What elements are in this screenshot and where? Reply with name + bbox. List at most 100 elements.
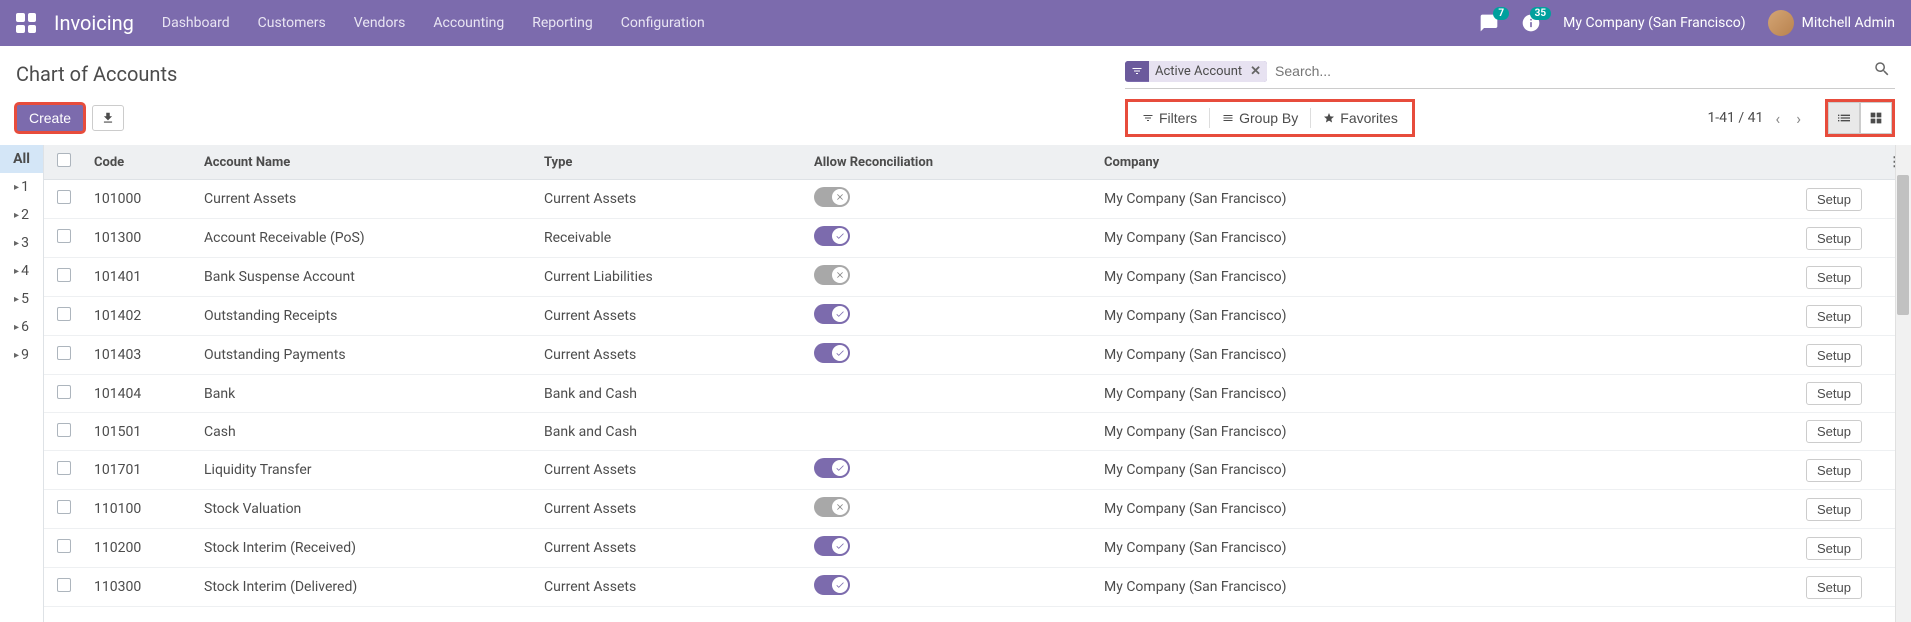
cell-name: Account Receivable (PoS) <box>194 219 534 258</box>
reconciliation-toggle[interactable] <box>814 265 850 285</box>
cell-name: Bank Suspense Account <box>194 258 534 297</box>
cell-type: Bank and Cash <box>534 375 804 413</box>
table-row[interactable]: 101501CashBank and CashMy Company (San F… <box>44 413 1911 451</box>
setup-button[interactable]: Setup <box>1806 537 1862 560</box>
row-checkbox[interactable] <box>57 229 71 243</box>
nav-customers[interactable]: Customers <box>258 15 326 31</box>
cell-code: 110200 <box>84 529 194 568</box>
table-row[interactable]: 110300Stock Interim (Delivered)Current A… <box>44 568 1911 607</box>
side-tab-3[interactable]: ▸3 <box>0 229 43 257</box>
table-row[interactable]: 101701Liquidity TransferCurrent AssetsMy… <box>44 451 1911 490</box>
table-row[interactable]: 110100Stock ValuationCurrent AssetsMy Co… <box>44 490 1911 529</box>
nav-vendors[interactable]: Vendors <box>354 15 406 31</box>
row-checkbox[interactable] <box>57 461 71 475</box>
table-row[interactable]: 101300Account Receivable (PoS)Receivable… <box>44 219 1911 258</box>
row-checkbox[interactable] <box>57 268 71 282</box>
pager-prev[interactable]: ‹ <box>1771 105 1784 132</box>
cell-type: Current Assets <box>534 529 804 568</box>
side-tab-all[interactable]: All <box>0 145 43 173</box>
side-tab-1[interactable]: ▸1 <box>0 173 43 201</box>
table-row[interactable]: 110200Stock Interim (Received)Current As… <box>44 529 1911 568</box>
reconciliation-toggle[interactable] <box>814 343 850 363</box>
reconciliation-toggle[interactable] <box>814 187 850 207</box>
nav-dashboard[interactable]: Dashboard <box>162 15 230 31</box>
cell-name: Stock Interim (Delivered) <box>194 568 534 607</box>
filters-button[interactable]: Filters <box>1130 104 1209 132</box>
user-menu[interactable]: Mitchell Admin <box>1768 10 1895 36</box>
table-row[interactable]: 101403Outstanding PaymentsCurrent Assets… <box>44 336 1911 375</box>
cell-code: 101300 <box>84 219 194 258</box>
cell-company: My Company (San Francisco) <box>1094 258 1652 297</box>
row-checkbox[interactable] <box>57 190 71 204</box>
th-name[interactable]: Account Name <box>194 145 534 180</box>
reconciliation-toggle[interactable] <box>814 536 850 556</box>
apps-icon[interactable] <box>16 13 36 33</box>
reconciliation-toggle[interactable] <box>814 575 850 595</box>
setup-button[interactable]: Setup <box>1806 344 1862 367</box>
cell-type: Current Assets <box>534 297 804 336</box>
row-checkbox[interactable] <box>57 423 71 437</box>
reconciliation-toggle[interactable] <box>814 304 850 324</box>
setup-button[interactable]: Setup <box>1806 266 1862 289</box>
nav-accounting[interactable]: Accounting <box>433 15 504 31</box>
setup-button[interactable]: Setup <box>1806 188 1862 211</box>
activities-icon[interactable]: 35 <box>1521 13 1541 33</box>
side-tab-5[interactable]: ▸5 <box>0 285 43 313</box>
messages-icon[interactable]: 7 <box>1479 13 1499 33</box>
main-content: All ▸1 ▸2 ▸3 ▸4 ▸5 ▸6 ▸9 Code Account Na… <box>0 145 1911 622</box>
row-checkbox[interactable] <box>57 307 71 321</box>
table-row[interactable]: 101401Bank Suspense AccountCurrent Liabi… <box>44 258 1911 297</box>
setup-button[interactable]: Setup <box>1806 227 1862 250</box>
create-button[interactable]: Create <box>16 104 84 132</box>
table-row[interactable]: 101000Current AssetsCurrent AssetsMy Com… <box>44 180 1911 219</box>
row-checkbox[interactable] <box>57 346 71 360</box>
setup-button[interactable]: Setup <box>1806 498 1862 521</box>
search-icon[interactable] <box>1869 56 1895 86</box>
side-tab-4[interactable]: ▸4 <box>0 257 43 285</box>
reconciliation-toggle[interactable] <box>814 226 850 246</box>
th-code[interactable]: Code <box>84 145 194 180</box>
th-type[interactable]: Type <box>534 145 804 180</box>
table-row[interactable]: 101402Outstanding ReceiptsCurrent Assets… <box>44 297 1911 336</box>
cell-company: My Company (San Francisco) <box>1094 451 1652 490</box>
table-container: Code Account Name Type Allow Reconciliat… <box>44 145 1911 622</box>
table-row[interactable]: 101404BankBank and CashMy Company (San F… <box>44 375 1911 413</box>
list-view-button[interactable] <box>1828 102 1860 134</box>
scrollbar[interactable] <box>1895 145 1911 622</box>
groupby-button[interactable]: Group By <box>1210 104 1310 132</box>
nav-links: Dashboard Customers Vendors Accounting R… <box>162 15 705 31</box>
side-tab-6[interactable]: ▸6 <box>0 313 43 341</box>
facet-remove[interactable]: ✕ <box>1248 61 1267 82</box>
select-all-checkbox[interactable] <box>57 153 71 167</box>
accounts-table: Code Account Name Type Allow Reconciliat… <box>44 145 1911 607</box>
side-tab-2[interactable]: ▸2 <box>0 201 43 229</box>
pager-range[interactable]: 1-41 / 41 <box>1707 110 1763 126</box>
setup-button[interactable]: Setup <box>1806 305 1862 328</box>
row-checkbox[interactable] <box>57 578 71 592</box>
import-button[interactable] <box>92 105 124 131</box>
cell-code: 101402 <box>84 297 194 336</box>
pager-next[interactable]: › <box>1792 105 1805 132</box>
app-brand[interactable]: Invoicing <box>54 11 134 35</box>
cell-code: 110300 <box>84 568 194 607</box>
row-checkbox[interactable] <box>57 539 71 553</box>
setup-button[interactable]: Setup <box>1806 382 1862 405</box>
setup-button[interactable]: Setup <box>1806 459 1862 482</box>
nav-reporting[interactable]: Reporting <box>532 15 593 31</box>
th-recon[interactable]: Allow Reconciliation <box>804 145 1094 180</box>
setup-button[interactable]: Setup <box>1806 420 1862 443</box>
reconciliation-toggle[interactable] <box>814 497 850 517</box>
reconciliation-toggle[interactable] <box>814 458 850 478</box>
cell-company: My Company (San Francisco) <box>1094 568 1652 607</box>
search-input[interactable] <box>1275 59 1869 83</box>
company-switcher[interactable]: My Company (San Francisco) <box>1563 15 1745 31</box>
nav-configuration[interactable]: Configuration <box>621 15 705 31</box>
cell-company: My Company (San Francisco) <box>1094 490 1652 529</box>
favorites-button[interactable]: Favorites <box>1311 104 1410 132</box>
row-checkbox[interactable] <box>57 500 71 514</box>
setup-button[interactable]: Setup <box>1806 576 1862 599</box>
row-checkbox[interactable] <box>57 385 71 399</box>
kanban-view-button[interactable] <box>1860 102 1892 134</box>
side-tab-9[interactable]: ▸9 <box>0 341 43 369</box>
th-company[interactable]: Company <box>1094 145 1652 180</box>
